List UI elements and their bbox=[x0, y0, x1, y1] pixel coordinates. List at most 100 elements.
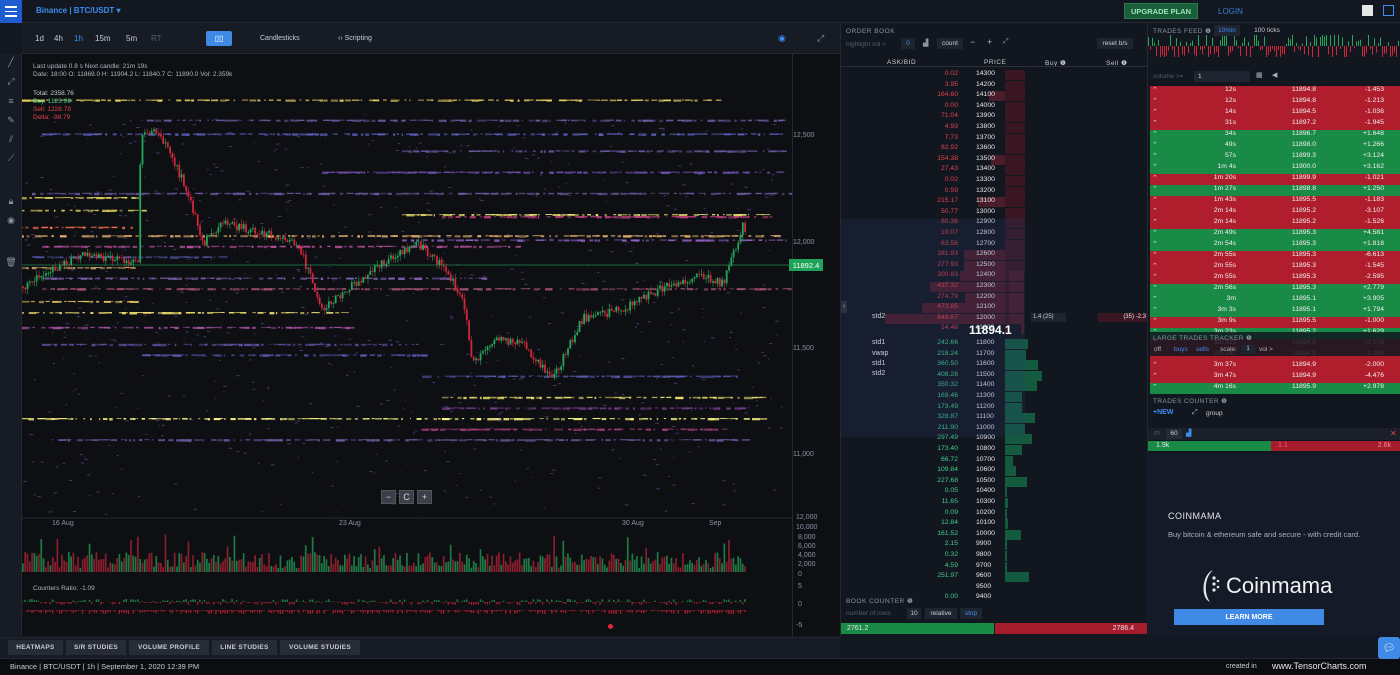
bid-price[interactable]: 9400 bbox=[976, 593, 1016, 600]
lock-icon[interactable]: 🔒︎ bbox=[5, 195, 17, 207]
zoom-in-button[interactable]: + bbox=[417, 490, 432, 504]
ask-price[interactable]: 13900 bbox=[976, 112, 1016, 119]
ask-price[interactable]: 12600 bbox=[976, 250, 1016, 257]
bid-price[interactable]: 10300 bbox=[976, 498, 1016, 505]
zoom-reset-button[interactable]: C bbox=[399, 490, 414, 504]
ask-price[interactable]: 14000 bbox=[976, 102, 1016, 109]
group-button[interactable]: group bbox=[1206, 410, 1223, 417]
ask-price[interactable]: 13000 bbox=[976, 208, 1016, 215]
price-chart[interactable] bbox=[22, 54, 795, 636]
group-minus-button[interactable]: − bbox=[970, 37, 975, 47]
layout-toggle[interactable] bbox=[1383, 5, 1394, 16]
login-link[interactable]: LOGIN bbox=[1218, 7, 1243, 16]
ask-price[interactable]: 13600 bbox=[976, 144, 1016, 151]
tf-rt[interactable]: RT bbox=[151, 34, 162, 43]
bid-price[interactable]: 9900 bbox=[976, 540, 1016, 547]
bid-price[interactable]: 11800 bbox=[976, 339, 1016, 346]
candle-type-toggle[interactable]: ▯▯ bbox=[206, 31, 232, 46]
chat-icon[interactable]: 💬︎ bbox=[1378, 637, 1400, 659]
pen-tool-icon[interactable]: ✎ bbox=[5, 114, 17, 126]
off-toggle[interactable]: off bbox=[1154, 346, 1161, 353]
arrow-left-icon[interactable]: ◀ bbox=[1272, 71, 1277, 79]
rows-input[interactable]: 10 bbox=[907, 608, 921, 619]
ask-price[interactable]: 14200 bbox=[976, 81, 1016, 88]
candlesticks-button[interactable]: Candlesticks bbox=[260, 35, 300, 42]
ask-price[interactable]: 12100 bbox=[976, 303, 1016, 310]
highlight-input[interactable]: 0 bbox=[901, 38, 915, 49]
bid-price[interactable]: 10400 bbox=[976, 487, 1016, 494]
ask-price[interactable]: 12500 bbox=[976, 261, 1016, 268]
ask-price[interactable]: 12300 bbox=[976, 282, 1016, 289]
bid-price[interactable]: 10000 bbox=[976, 530, 1016, 537]
ask-price[interactable]: 12200 bbox=[976, 293, 1016, 300]
tf-1d[interactable]: 1d bbox=[35, 34, 44, 43]
bid-price[interactable]: 11400 bbox=[976, 381, 1016, 388]
tab-volume-profile[interactable]: VOLUME PROFILE bbox=[129, 640, 209, 655]
market-selector[interactable]: Binance | BTC/USDT ▾ bbox=[36, 6, 121, 15]
new-counter-button[interactable]: +NEW bbox=[1153, 409, 1173, 416]
bid-price[interactable]: 9700 bbox=[976, 562, 1016, 569]
tab-100-ticks[interactable]: 100 ticks bbox=[1250, 25, 1284, 36]
ask-price[interactable]: 14300 bbox=[976, 70, 1016, 77]
count-button[interactable]: count bbox=[937, 38, 963, 49]
tab-10min[interactable]: 10min bbox=[1214, 25, 1240, 36]
fib-tool-icon[interactable]: ≡ bbox=[5, 95, 17, 107]
eye-icon[interactable]: ◉ bbox=[5, 214, 17, 226]
ask-price[interactable]: 14100 bbox=[976, 91, 1016, 98]
ask-price[interactable]: 13100 bbox=[976, 197, 1016, 204]
chart-icon[interactable]: ▟ bbox=[1186, 429, 1191, 437]
buys-toggle[interactable]: buys bbox=[1174, 346, 1188, 353]
fullscreen-icon[interactable]: ⤢ bbox=[817, 33, 824, 44]
ask-price[interactable]: 13200 bbox=[976, 187, 1016, 194]
channel-tool-icon[interactable]: ⫽ bbox=[5, 133, 17, 145]
tf-15m[interactable]: 15m bbox=[95, 34, 111, 43]
trash-icon[interactable]: 🗑︎ bbox=[5, 256, 17, 268]
bid-price[interactable]: 11300 bbox=[976, 392, 1016, 399]
tab-sr-studies[interactable]: S/R STUDIES bbox=[66, 640, 126, 655]
ask-price[interactable]: 13800 bbox=[976, 123, 1016, 130]
ask-price[interactable]: 13500 bbox=[976, 155, 1016, 162]
upgrade-plan-button[interactable]: UPGRADE PLAN bbox=[1124, 3, 1198, 19]
bid-price[interactable]: 11700 bbox=[976, 350, 1016, 357]
scripting-button[interactable]: ‹› Scripting bbox=[338, 35, 372, 42]
brand-link[interactable]: www.TensorCharts.com bbox=[1272, 661, 1367, 671]
volume-filter-input[interactable]: 1 bbox=[1194, 71, 1250, 82]
ask-price[interactable]: 12000 bbox=[976, 314, 1016, 321]
chart-icon[interactable]: ▟ bbox=[923, 39, 928, 47]
relative-button[interactable]: relative bbox=[925, 608, 957, 619]
sells-toggle[interactable]: sells bbox=[1196, 346, 1209, 353]
bid-price[interactable]: 9600 bbox=[976, 572, 1016, 579]
scale-input[interactable]: 1 bbox=[1241, 345, 1255, 354]
calculator-icon[interactable]: ▦ bbox=[1256, 71, 1263, 79]
bid-price[interactable]: 10800 bbox=[976, 445, 1016, 452]
collapse-handle[interactable]: › bbox=[841, 301, 847, 313]
ask-price[interactable]: 13700 bbox=[976, 134, 1016, 141]
close-icon[interactable]: ✕ bbox=[1390, 429, 1397, 438]
group-plus-button[interactable]: + bbox=[987, 37, 992, 47]
bid-price[interactable]: 11000 bbox=[976, 424, 1016, 431]
bid-price[interactable]: 9800 bbox=[976, 551, 1016, 558]
tf-1h[interactable]: 1h bbox=[74, 34, 83, 43]
bid-price[interactable]: 11200 bbox=[976, 403, 1016, 410]
bid-price[interactable]: 10700 bbox=[976, 456, 1016, 463]
ruler-tool-icon[interactable]: ⟋ bbox=[5, 152, 17, 164]
zoom-out-button[interactable]: − bbox=[381, 490, 396, 504]
bid-price[interactable]: 10900 bbox=[976, 434, 1016, 441]
camera-icon[interactable]: ◉ bbox=[778, 33, 786, 44]
ask-price[interactable]: 12400 bbox=[976, 271, 1016, 278]
bid-price[interactable]: 11600 bbox=[976, 360, 1016, 367]
learn-more-button[interactable]: LEARN MORE bbox=[1174, 609, 1324, 625]
bid-price[interactable]: 11100 bbox=[976, 413, 1016, 420]
ask-price[interactable]: 12700 bbox=[976, 240, 1016, 247]
ask-price[interactable]: 12900 bbox=[976, 218, 1016, 225]
bid-price[interactable]: 11500 bbox=[976, 371, 1016, 378]
stop-button[interactable]: stop bbox=[960, 608, 982, 619]
theme-light-toggle[interactable] bbox=[1362, 5, 1373, 16]
hamburger-menu-button[interactable] bbox=[0, 0, 22, 23]
bid-price[interactable]: 10600 bbox=[976, 466, 1016, 473]
tab-line-studies[interactable]: LINE STUDIES bbox=[212, 640, 277, 655]
bid-price[interactable]: 10200 bbox=[976, 509, 1016, 516]
tf-5m[interactable]: 5m bbox=[126, 34, 137, 43]
ask-price[interactable]: 13400 bbox=[976, 165, 1016, 172]
bid-price[interactable]: 10500 bbox=[976, 477, 1016, 484]
